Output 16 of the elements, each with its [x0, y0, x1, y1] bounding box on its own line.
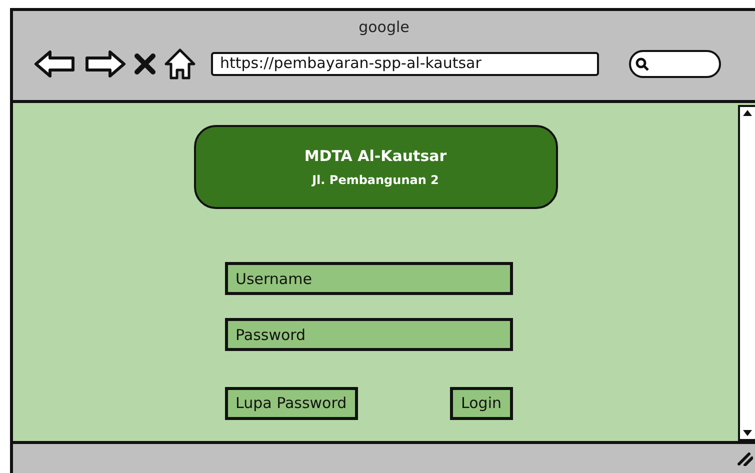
- school-address: Jl. Pembangunan 2: [312, 172, 439, 190]
- back-icon[interactable]: [33, 49, 77, 79]
- home-icon[interactable]: [163, 47, 197, 81]
- address-bar[interactable]: https://pembayaran-spp-al-kautsar: [211, 52, 599, 76]
- forward-icon[interactable]: [83, 49, 127, 79]
- search-icon: [635, 57, 649, 71]
- login-button[interactable]: Login: [450, 387, 512, 420]
- window-title: google: [358, 18, 410, 36]
- password-field[interactable]: Password: [224, 318, 512, 351]
- scrollbar[interactable]: [738, 105, 755, 441]
- search-field[interactable]: [629, 50, 721, 78]
- school-name: MDTA Al-Kautsar: [304, 146, 447, 167]
- forgot-password-button[interactable]: Lupa Password: [224, 387, 358, 420]
- close-icon[interactable]: [133, 52, 157, 76]
- username-field[interactable]: Username: [224, 262, 512, 295]
- resize-grip-icon[interactable]: [737, 450, 753, 466]
